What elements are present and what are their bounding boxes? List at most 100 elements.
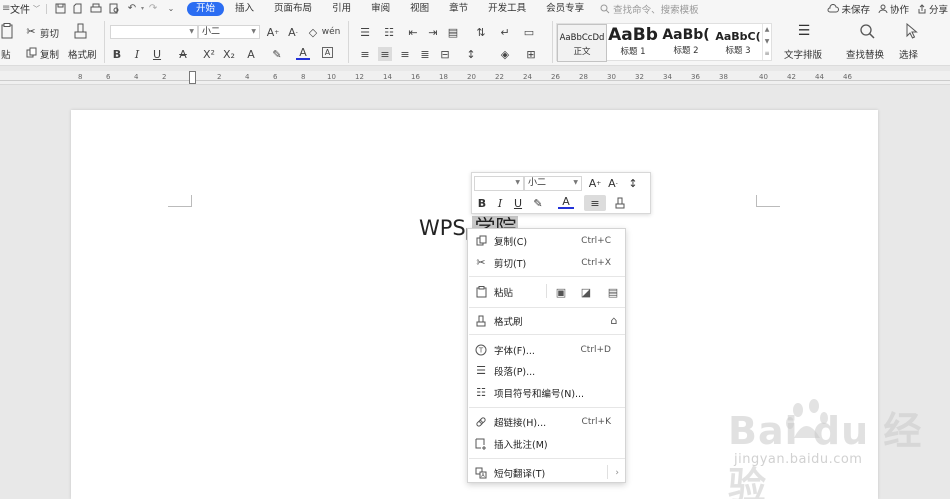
chinese-layout-icon[interactable]: ▤: [446, 25, 460, 39]
shrink-font-icon[interactable]: A-: [605, 175, 621, 191]
tab-member[interactable]: 会员专享: [537, 2, 593, 16]
mini-font-name-combo[interactable]: ▼: [474, 176, 524, 191]
italic-icon[interactable]: I: [492, 195, 508, 211]
copy-icon[interactable]: [25, 46, 37, 58]
numbering-icon[interactable]: ☷: [382, 25, 396, 39]
style-heading-1[interactable]: AaBb 标题 1: [608, 24, 658, 62]
tab-chapter[interactable]: 章节: [440, 2, 477, 16]
find-replace-label[interactable]: 查找替换: [846, 47, 884, 61]
save-icon[interactable]: [53, 2, 67, 16]
font-color-icon[interactable]: A: [296, 46, 310, 60]
menu-item-translate[interactable]: A 短句翻译(T) ›: [468, 462, 625, 483]
bold-icon[interactable]: B: [474, 195, 490, 211]
align-center-icon[interactable]: ≡: [584, 195, 606, 211]
highlight-icon[interactable]: ✎: [530, 195, 546, 211]
menu-item-copy[interactable]: 复制(C) Ctrl+C: [468, 230, 625, 251]
text-effect-icon[interactable]: A: [244, 47, 258, 61]
paste-label[interactable]: 贴: [1, 47, 11, 61]
redo-icon[interactable]: ↷: [146, 2, 160, 16]
indent-marker[interactable]: [189, 71, 196, 84]
text-layout-label[interactable]: 文字排版: [784, 47, 822, 61]
paste-icon[interactable]: [0, 22, 14, 40]
grow-font-icon[interactable]: A +: [266, 25, 280, 39]
paste-keep-format-icon[interactable]: ▣: [554, 285, 568, 299]
unsaved-button[interactable]: 未保存: [827, 2, 870, 16]
undo-icon[interactable]: ↶: [125, 2, 139, 16]
file-menu[interactable]: 文件 ﹀: [8, 0, 42, 17]
align-left-icon[interactable]: ≡: [358, 47, 372, 61]
command-search[interactable]: 查找命令、搜索模板: [600, 2, 699, 16]
customize-icon[interactable]: ⌄: [164, 2, 178, 16]
mini-font-size-combo[interactable]: 小二 ▼: [524, 176, 582, 191]
italic-icon[interactable]: I: [130, 47, 144, 61]
increase-indent-icon[interactable]: ⇥: [426, 25, 440, 39]
distribute-icon[interactable]: ⊟: [438, 47, 452, 61]
sort-icon[interactable]: ⇅: [474, 25, 488, 39]
font-color-icon[interactable]: A: [558, 195, 574, 209]
share-button[interactable]: 分享: [917, 2, 948, 16]
borders-icon[interactable]: ⊞: [524, 47, 538, 61]
cursor-icon[interactable]: [904, 22, 920, 40]
tab-insert[interactable]: 插入: [226, 2, 263, 16]
underline-icon[interactable]: U: [150, 47, 164, 61]
underline-icon[interactable]: U: [510, 195, 526, 211]
paste-text-only-icon[interactable]: ▤: [606, 285, 620, 299]
bullets-icon[interactable]: ☰: [358, 25, 372, 39]
style-normal[interactable]: AaBbCcDd 正文: [557, 24, 607, 62]
menu-item-format-painter[interactable]: 格式刷: [468, 310, 625, 331]
superscript-icon[interactable]: X²: [202, 47, 216, 61]
line-spacing-icon[interactable]: ↕: [625, 175, 641, 191]
align-center-icon[interactable]: ≡: [378, 47, 392, 61]
align-right-icon[interactable]: ≡: [398, 47, 412, 61]
collab-button[interactable]: 协作: [878, 2, 909, 16]
find-replace-icon[interactable]: [858, 22, 876, 40]
print-icon[interactable]: [89, 2, 103, 16]
chevron-down-icon[interactable]: ▾: [141, 5, 144, 12]
tab-page-layout[interactable]: 页面布局: [265, 2, 321, 16]
tab-stop-icon[interactable]: ▭: [522, 25, 536, 39]
tab-review[interactable]: 审阅: [362, 2, 399, 16]
shading-icon[interactable]: ◈: [498, 47, 512, 61]
tab-developer[interactable]: 开发工具: [479, 2, 535, 16]
horizontal-ruler[interactable]: 8 6 4 2 2 4 6 8 10 12 14 16 18 20 22 24 …: [0, 71, 950, 85]
style-heading-2[interactable]: AaBb( 标题 2: [659, 24, 713, 62]
tab-home[interactable]: 开始: [187, 1, 225, 16]
tab-references[interactable]: 引用: [323, 2, 360, 16]
export-pdf-icon[interactable]: [71, 2, 85, 16]
font-size-combo[interactable]: 小二 ▼: [198, 25, 260, 39]
line-spacing-icon[interactable]: ↕: [464, 47, 478, 61]
copy-label[interactable]: 复制: [40, 47, 59, 61]
scissors-icon[interactable]: ✂: [25, 25, 37, 38]
menu-item-paragraph[interactable]: ☰ 段落(P)...: [468, 360, 625, 381]
styles-scroll[interactable]: ▲ ▼ ≡: [762, 24, 771, 60]
print-preview-icon[interactable]: [107, 2, 121, 16]
cut-label[interactable]: 剪切: [40, 26, 59, 40]
font-name-combo[interactable]: ▼: [110, 25, 198, 39]
menu-item-hyperlink[interactable]: 超链接(H)... Ctrl+K: [468, 411, 625, 432]
clear-format-icon[interactable]: ◇: [306, 25, 320, 39]
menu-item-bullets-numbering[interactable]: ☷ 项目符号和编号(N)...: [468, 382, 625, 403]
highlight-icon[interactable]: ✎: [270, 47, 284, 61]
format-painter-icon[interactable]: [72, 22, 88, 40]
show-marks-icon[interactable]: ↵: [498, 25, 512, 39]
format-painter-label[interactable]: 格式刷: [68, 47, 97, 61]
decrease-indent-icon[interactable]: ⇤: [406, 25, 420, 39]
menu-item-cut[interactable]: ✂ 剪切(T) Ctrl+X: [468, 252, 625, 273]
format-painter-icon[interactable]: [612, 195, 628, 211]
app-menu-icon[interactable]: ≡: [0, 0, 10, 17]
grow-font-icon[interactable]: A +: [587, 175, 603, 191]
paste-merge-format-icon[interactable]: ◪: [579, 285, 593, 299]
style-heading-3[interactable]: AaBbC( 标题 3: [713, 24, 763, 62]
menu-item-insert-comment[interactable]: 插入批注(M): [468, 433, 625, 454]
strikethrough-icon[interactable]: A: [176, 47, 190, 61]
tab-view[interactable]: 视图: [401, 2, 438, 16]
select-label[interactable]: 选择: [899, 47, 918, 61]
subscript-icon[interactable]: X₂: [222, 47, 236, 61]
bold-icon[interactable]: B: [110, 47, 124, 61]
shrink-font-icon[interactable]: A-: [286, 25, 300, 39]
char-border-icon[interactable]: A: [322, 47, 333, 58]
menu-item-font[interactable]: T 字体(F)... Ctrl+D: [468, 339, 625, 360]
text-layout-icon[interactable]: ☰: [795, 22, 813, 40]
phonetic-icon[interactable]: wén: [322, 25, 341, 39]
format-painter-icon[interactable]: ⌂: [607, 313, 621, 327]
